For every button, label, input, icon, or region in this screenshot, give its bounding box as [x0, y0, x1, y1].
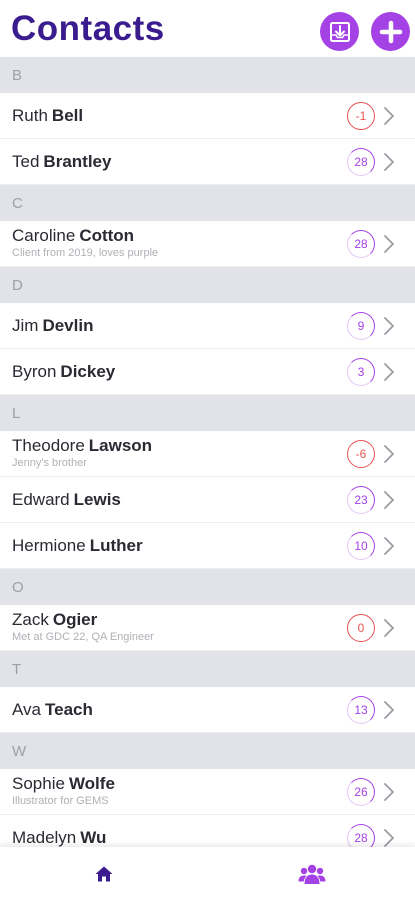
chevron-right-icon [384, 235, 394, 253]
contact-note: Jenny's brother [12, 457, 87, 469]
contact-first-name: Zack [12, 610, 49, 629]
days-remaining-badge: 23 [347, 486, 375, 514]
contact-last-name: Luther [89, 536, 143, 555]
contact-last-name: Teach [45, 700, 93, 719]
days-remaining-badge: 3 [347, 358, 375, 386]
contact-row[interactable]: Edward Lewis 23 [0, 477, 415, 523]
contact-last-name: Wolfe [68, 774, 115, 793]
chevron-right-icon [384, 701, 394, 719]
contact-row[interactable]: Ruth Bell -1 [0, 93, 415, 139]
chevron-right-icon [384, 537, 394, 555]
contact-name: Zack Ogier [12, 610, 97, 630]
contact-row[interactable]: Zack Ogier Met at GDC 22, QA Engineer 0 [0, 605, 415, 651]
contact-first-name: Byron [12, 362, 57, 381]
contact-note: Met at GDC 22, QA Engineer [12, 631, 154, 643]
contact-row[interactable]: Jim Devlin 9 [0, 303, 415, 349]
app-header: Contacts [0, 0, 415, 57]
contact-last-name: Lewis [73, 490, 121, 509]
chevron-right-icon [384, 491, 394, 509]
chevron-right-icon [384, 829, 394, 847]
contact-last-name: Devlin [42, 316, 94, 335]
contact-last-name: Cotton [79, 226, 135, 245]
contact-last-name: Dickey [60, 362, 116, 381]
contact-first-name: Ted [12, 152, 40, 171]
contact-first-name: Sophie [12, 774, 65, 793]
contact-first-name: Caroline [12, 226, 76, 245]
bottom-navigation [0, 847, 415, 900]
contact-name: Jim Devlin [12, 316, 93, 336]
contact-row[interactable]: Ava Teach 13 [0, 687, 415, 733]
contact-row[interactable]: Hermione Luther 10 [0, 523, 415, 569]
chevron-right-icon [384, 445, 394, 463]
days-remaining-badge: 28 [347, 148, 375, 176]
days-remaining-badge: -1 [347, 102, 375, 130]
section-header: D [0, 267, 415, 303]
section-header: W [0, 733, 415, 769]
contact-first-name: Madelyn [12, 828, 77, 847]
section-header: O [0, 569, 415, 605]
chevron-right-icon [384, 153, 394, 171]
contact-first-name: Edward [12, 490, 70, 509]
days-remaining-badge: 0 [347, 614, 375, 642]
chevron-right-icon [384, 783, 394, 801]
contact-last-name: Ogier [52, 610, 98, 629]
chevron-right-icon [384, 107, 394, 125]
contact-first-name: Ava [12, 700, 41, 719]
contact-name: Hermione Luther [12, 536, 143, 556]
contact-note: Illustrator for GEMS [12, 795, 109, 807]
days-remaining-badge: 10 [347, 532, 375, 560]
contact-last-name: Lawson [88, 436, 153, 455]
contact-first-name: Ruth [12, 106, 48, 125]
download-tray-icon [329, 21, 350, 42]
contact-name: Ruth Bell [12, 106, 83, 126]
section-header: L [0, 395, 415, 431]
days-remaining-badge: 9 [347, 312, 375, 340]
import-contacts-button[interactable] [320, 12, 359, 51]
contact-last-name: Wu [80, 828, 107, 847]
contact-first-name: Jim [12, 316, 39, 335]
contact-name: Byron Dickey [12, 362, 115, 382]
nav-contacts[interactable] [208, 847, 415, 900]
contact-name: Sophie Wolfe [12, 774, 115, 794]
days-remaining-badge: 28 [347, 230, 375, 258]
contact-name: Ava Teach [12, 700, 93, 720]
chevron-right-icon [384, 317, 394, 335]
nav-home[interactable] [0, 847, 207, 900]
section-header: B [0, 57, 415, 93]
home-icon [95, 866, 112, 881]
contact-row[interactable]: Madelyn Wu 28 [0, 815, 415, 847]
days-remaining-badge: 28 [347, 824, 375, 847]
days-remaining-badge: 13 [347, 696, 375, 724]
contact-note: Client from 2019, loves purple [12, 247, 159, 259]
contact-name: Ted Brantley [12, 152, 111, 172]
contact-name: Madelyn Wu [12, 828, 106, 847]
contact-name: Edward Lewis [12, 490, 121, 510]
contact-row[interactable]: Ted Brantley 28 [0, 139, 415, 185]
add-contact-button[interactable] [371, 12, 410, 51]
contact-row[interactable]: Byron Dickey 3 [0, 349, 415, 395]
section-header: C [0, 185, 415, 221]
contact-row[interactable]: Caroline Cotton Client from 2019, loves pu… [0, 221, 415, 267]
contact-name: Theodore Lawson [12, 436, 152, 456]
contact-last-name: Brantley [43, 152, 112, 171]
contact-list[interactable]: B Ruth Bell -1 Ted Brantley 28 C Caroline Cotton C… [0, 57, 415, 847]
page-title: Contacts [11, 9, 165, 48]
contact-first-name: Theodore [12, 436, 85, 455]
contact-row[interactable]: Theodore Lawson Jenny's brother -6 [0, 431, 415, 477]
people-group-icon [298, 864, 325, 884]
contact-name: Caroline Cotton [12, 226, 134, 246]
chevron-right-icon [384, 363, 394, 381]
contact-last-name: Bell [51, 106, 84, 125]
section-header: T [0, 651, 415, 687]
chevron-right-icon [384, 619, 394, 637]
days-remaining-badge: -6 [347, 440, 375, 468]
days-remaining-badge: 26 [347, 778, 375, 806]
contact-row[interactable]: Sophie Wolfe Illustrator for GEMS 26 [0, 769, 415, 815]
contact-first-name: Hermione [12, 536, 86, 555]
plus-icon [379, 20, 402, 43]
